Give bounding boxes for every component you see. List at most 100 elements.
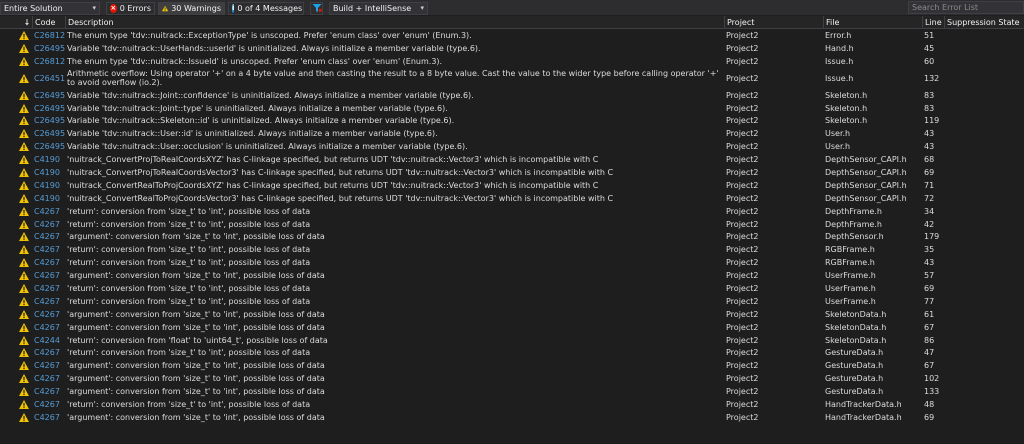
error-code-link[interactable]: C4267 [34, 269, 65, 282]
error-line: 83 [924, 103, 935, 113]
error-code-link[interactable]: C4190 [34, 192, 65, 205]
error-icon: × [110, 3, 117, 13]
warnings-filter-button[interactable]: 30 Warnings [158, 1, 225, 15]
error-line: 77 [924, 296, 935, 306]
error-project: Project2 [726, 348, 759, 358]
table-row[interactable]: C26495 Variable 'tdv::nuitrack::Joint::c… [0, 89, 1024, 102]
warning-icon [18, 334, 30, 347]
errors-filter-button[interactable]: × 0 Errors [106, 1, 155, 15]
warning-icon [18, 385, 30, 398]
column-header-file[interactable]: File [823, 16, 922, 29]
column-header-line[interactable]: Line [922, 16, 944, 29]
error-code-link[interactable]: C4267 [34, 411, 65, 424]
table-row[interactable]: C4267 'argument': conversion from 'size_… [0, 411, 1024, 424]
funnel-icon [312, 4, 322, 12]
error-code-link[interactable]: C4267 [34, 372, 65, 385]
build-source-dropdown[interactable]: Build + IntelliSense ▾ [329, 1, 428, 15]
error-line: 132 [924, 73, 940, 83]
sort-icon[interactable] [23, 18, 31, 26]
error-code-link[interactable]: C26495 [34, 89, 65, 102]
error-project: Project2 [726, 283, 759, 293]
error-file: User.h [825, 142, 851, 152]
error-code-link[interactable]: C4267 [34, 346, 65, 359]
error-line: 179 [924, 232, 940, 242]
error-file: SkeletonData.h [825, 322, 887, 332]
table-row[interactable]: C4190 'nuitrack_ConvertProjToRealCoordsX… [0, 153, 1024, 166]
error-line: 69 [924, 412, 935, 422]
table-row[interactable]: C4244 'return': conversion from 'float' … [0, 334, 1024, 347]
error-code-link[interactable]: C26495 [34, 102, 65, 115]
table-row[interactable]: C26812 The enum type 'tdv::nuitrack::Iss… [0, 55, 1024, 68]
error-code-link[interactable]: C4267 [34, 398, 65, 411]
error-code-link[interactable]: C4267 [34, 282, 65, 295]
error-code-link[interactable]: C4244 [34, 334, 65, 347]
warning-icon [18, 55, 30, 68]
table-row[interactable]: C26495 Variable 'tdv::nuitrack::User::id… [0, 127, 1024, 140]
table-row[interactable]: C4267 'return': conversion from 'size_t'… [0, 205, 1024, 218]
table-row[interactable]: C4267 'return': conversion from 'size_t'… [0, 295, 1024, 308]
table-row[interactable]: C26495 Variable 'tdv::nuitrack::Joint::t… [0, 102, 1024, 115]
column-header-project[interactable]: Project [724, 16, 823, 29]
warning-icon [18, 102, 30, 115]
error-project: Project2 [726, 399, 759, 409]
table-row[interactable]: C4267 'return': conversion from 'size_t'… [0, 218, 1024, 231]
error-file: SkeletonData.h [825, 309, 887, 319]
error-code-link[interactable]: C26495 [34, 42, 65, 55]
error-code-link[interactable]: C26495 [34, 127, 65, 140]
table-row[interactable]: C4267 'return': conversion from 'size_t'… [0, 243, 1024, 256]
error-code-link[interactable]: C26495 [34, 114, 65, 127]
error-code-link[interactable]: C4267 [34, 308, 65, 321]
search-error-list-input[interactable] [908, 1, 1024, 14]
messages-filter-button[interactable]: i 0 of 4 Messages [228, 1, 304, 15]
error-code-link[interactable]: C4190 [34, 166, 65, 179]
error-code-link[interactable]: C4267 [34, 295, 65, 308]
table-row[interactable]: C4267 'argument': conversion from 'size_… [0, 321, 1024, 334]
warning-icon [18, 282, 30, 295]
table-row[interactable]: C26495 Variable 'tdv::nuitrack::User::oc… [0, 140, 1024, 153]
table-row[interactable]: C4267 'return': conversion from 'size_t'… [0, 282, 1024, 295]
error-code-link[interactable]: C26451 [34, 68, 65, 89]
table-row[interactable]: C26451 Arithmetic overflow: Using operat… [0, 68, 1024, 89]
error-file: DepthSensor_CAPI.h [825, 180, 907, 190]
table-row[interactable]: C26495 Variable 'tdv::nuitrack::Skeleton… [0, 114, 1024, 127]
error-code-link[interactable]: C4267 [34, 205, 65, 218]
warnings-count: 30 Warnings [171, 3, 221, 13]
table-row[interactable]: C4190 'nuitrack_ConvertProjToRealCoordsV… [0, 166, 1024, 179]
error-description: 'argument': conversion from 'size_t' to … [67, 361, 325, 371]
table-row[interactable]: C4267 'argument': conversion from 'size_… [0, 308, 1024, 321]
error-project: Project2 [726, 245, 759, 255]
table-row[interactable]: C4190 'nuitrack_ConvertRealToProjCoordsV… [0, 192, 1024, 205]
error-code-link[interactable]: C4267 [34, 230, 65, 243]
column-header-description[interactable]: Description [65, 16, 725, 29]
error-code-link[interactable]: C26812 [34, 55, 65, 68]
filter-toggle-button[interactable] [310, 1, 323, 15]
table-row[interactable]: C4267 'return': conversion from 'size_t'… [0, 256, 1024, 269]
column-header-code[interactable]: Code [32, 16, 66, 29]
table-row[interactable]: C4267 'return': conversion from 'size_t'… [0, 346, 1024, 359]
error-description: Variable 'tdv::nuitrack::Skeleton::id' i… [67, 116, 455, 126]
error-code-link[interactable]: C4267 [34, 218, 65, 231]
error-code-link[interactable]: C4267 [34, 385, 65, 398]
error-code-link[interactable]: C4267 [34, 243, 65, 256]
error-code-link[interactable]: C26495 [34, 140, 65, 153]
scope-dropdown[interactable]: Entire Solution ▾ [0, 1, 100, 15]
error-project: Project2 [726, 361, 759, 371]
table-row[interactable]: C4190 'nuitrack_ConvertRealToProjCoordsX… [0, 179, 1024, 192]
table-row[interactable]: C4267 'argument': conversion from 'size_… [0, 359, 1024, 372]
error-code-link[interactable]: C26812 [34, 29, 65, 42]
table-row[interactable]: C4267 'argument': conversion from 'size_… [0, 269, 1024, 282]
error-code-link[interactable]: C4267 [34, 321, 65, 334]
error-line: 43 [924, 129, 935, 139]
error-code-link[interactable]: C4267 [34, 359, 65, 372]
table-row[interactable]: C26495 Variable 'tdv::nuitrack::UserHand… [0, 42, 1024, 55]
table-row[interactable]: C4267 'argument': conversion from 'size_… [0, 230, 1024, 243]
error-code-link[interactable]: C4190 [34, 153, 65, 166]
table-row[interactable]: C4267 'argument': conversion from 'size_… [0, 385, 1024, 398]
error-file: UserFrame.h [825, 296, 876, 306]
error-code-link[interactable]: C4267 [34, 256, 65, 269]
table-row[interactable]: C26812 The enum type 'tdv::nuitrack::Exc… [0, 29, 1024, 42]
error-code-link[interactable]: C4190 [34, 179, 65, 192]
table-row[interactable]: C4267 'return': conversion from 'size_t'… [0, 398, 1024, 411]
table-row[interactable]: C4267 'argument': conversion from 'size_… [0, 372, 1024, 385]
column-header-suppression-state[interactable]: Suppression State [944, 16, 1024, 29]
